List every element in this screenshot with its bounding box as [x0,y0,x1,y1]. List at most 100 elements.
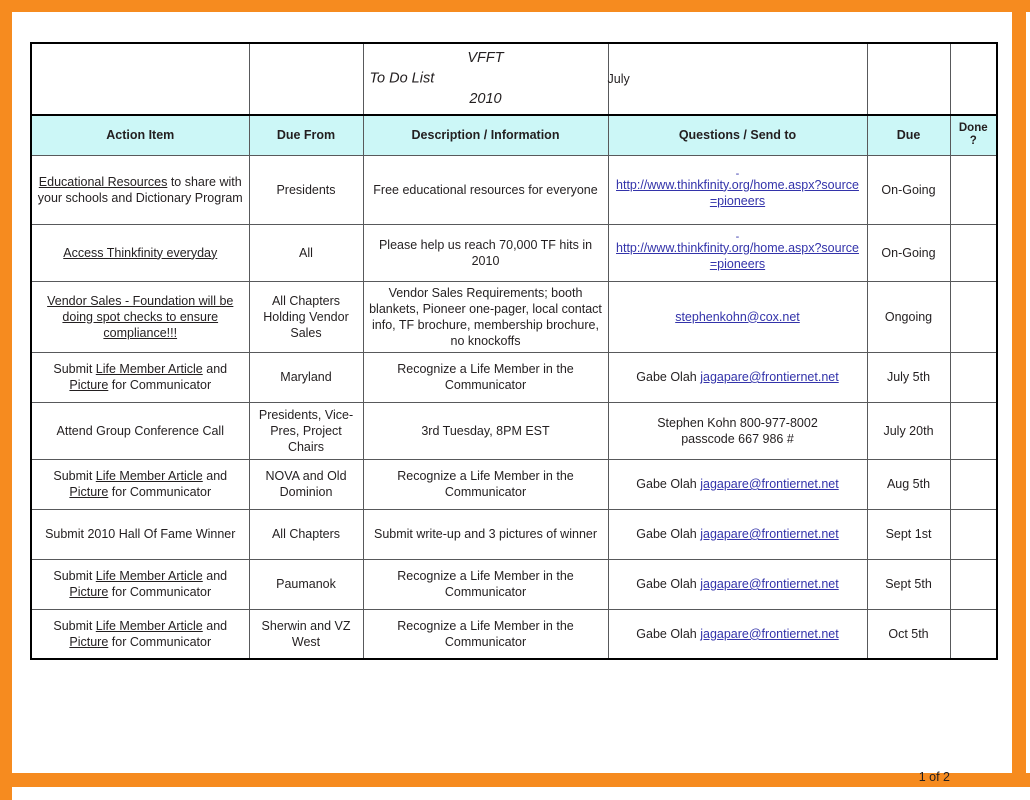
contact-line-1: Stephen Kohn 800-977-8002 [657,415,818,430]
action-link-text-2[interactable]: Picture [69,378,108,392]
table-row: Vendor Sales - Foundation will be doing … [30,280,998,353]
cell-description: Free educational resources for everyone [362,154,609,225]
table-row: Submit Life Member Article and Picture f… [30,558,998,610]
cell-due: Ongoing [866,280,951,353]
action-link-text[interactable]: Life Member Article [96,362,203,376]
email-link[interactable]: jagapare@frontiernet.net [700,577,838,591]
cell-due: Sept 1st [866,508,951,560]
table-row: Submit Life Member Article and Picture f… [30,608,998,660]
action-prefix-text: Submit [53,569,96,583]
action-link-text[interactable]: Life Member Article [96,619,203,633]
cell-action-item: Submit Life Member Article and Picture f… [30,608,250,660]
action-link-text-2[interactable]: Picture [69,635,108,649]
cell-action-item: Submit 2010 Hall Of Fame Winner [30,508,250,560]
column-header-description[interactable]: Description / Information [362,114,609,156]
cell-due: July 5th [866,351,951,403]
cell-done-checkbox[interactable] [949,351,998,403]
action-link-text[interactable]: Vendor Sales - Foundation will be doing … [47,294,233,340]
column-header-due-from[interactable]: Due From [248,114,364,156]
contact-name: Gabe Olah [636,370,701,384]
table-row: Submit Life Member Article and Picture f… [30,351,998,403]
cell-questions: Stephen Kohn 800-977-8002 passcode 667 9… [607,401,868,460]
cell-due-from: Maryland [248,351,364,403]
cell-done-checkbox[interactable] [949,154,998,225]
frame-accent-top [0,0,1030,12]
cell-questions: Gabe Olah jagapare@frontiernet.net [607,508,868,560]
action-link-text-2[interactable]: Picture [69,485,108,499]
cell-action-item: Submit Life Member Article and Picture f… [30,458,250,510]
action-link-text-2[interactable]: Picture [69,585,108,599]
table-row: Educational Resources to share with your… [30,154,998,225]
email-link[interactable]: jagapare@frontiernet.net [700,477,838,491]
title-row-blank-duefrom [248,42,364,116]
cell-done-checkbox[interactable] [949,401,998,460]
cell-done-checkbox[interactable] [949,558,998,610]
url-link[interactable]: http://www.thinkfinity.org/home.aspx?sou… [616,241,859,271]
page-frame: To Do List VFFT 2010 July Action Item Du… [0,0,1030,800]
column-header-done-line1: Done [958,122,988,135]
cell-questions: - http://www.thinkfinity.org/home.aspx?s… [607,154,868,225]
cell-done-checkbox[interactable] [949,223,998,282]
cell-action-item: Educational Resources to share with your… [30,154,250,225]
column-header-questions[interactable]: Questions / Send to [607,114,868,156]
action-suffix-text: for Communicator [108,378,212,392]
hyphen-mark: - [735,167,740,180]
column-header-action-item[interactable]: Action Item [30,114,250,156]
column-header-done[interactable]: Done ? [949,114,998,156]
action-prefix-text: Submit [53,618,96,633]
cell-due: Oct 5th [866,608,951,660]
action-link-text[interactable]: Educational Resources [39,175,168,189]
cell-description: Please help us reach 70,000 TF hits in 2… [362,223,609,282]
email-link[interactable]: jagapare@frontiernet.net [700,370,838,384]
action-link-text[interactable]: Life Member Article [96,469,203,483]
column-header-due[interactable]: Due [866,114,951,156]
action-suffix-text: for Communicator [108,585,212,599]
frame-accent-right [1012,0,1026,787]
cell-done-checkbox[interactable] [949,458,998,510]
title-row-blank-action [30,42,250,116]
action-prefix-text: Submit [53,469,96,483]
table-title-row: To Do List VFFT 2010 July [30,42,998,116]
url-link[interactable]: http://www.thinkfinity.org/home.aspx?sou… [616,178,859,208]
hyphen-mark: - [735,230,740,243]
action-link-text[interactable]: Life Member Article [96,569,203,583]
cell-due: On-Going [866,154,951,225]
action-link-text[interactable]: Access Thinkfinity everyday [63,246,217,260]
cell-action-item: Attend Group Conference Call [30,401,250,460]
cell-questions: Gabe Olah jagapare@frontiernet.net [607,351,868,403]
title-org: VFFT [467,50,504,66]
table-row: Submit Life Member Article and Picture f… [30,458,998,510]
cell-done-checkbox[interactable] [949,508,998,560]
action-suffix-text: for Communicator [108,485,212,499]
action-prefix-text: Submit [53,362,96,376]
action-suffix-text: for Communicator [108,634,212,649]
cell-description: Recognize a Life Member in the Communica… [362,608,609,660]
cell-action-item: Access Thinkfinity everyday [30,223,250,282]
cell-questions: Gabe Olah jagapare@frontiernet.net [607,458,868,510]
contact-name: Gabe Olah [636,626,701,641]
contact-line-2: passcode 667 986 # [681,431,794,446]
cell-due: Sept 5th [866,558,951,610]
title-month: July [607,72,630,86]
todo-list-table: To Do List VFFT 2010 July Action Item Du… [30,42,998,660]
cell-questions: - http://www.thinkfinity.org/home.aspx?s… [607,223,868,282]
table-row: Access Thinkfinity everyday All Please h… [30,223,998,282]
cell-description: Submit write-up and 3 pictures of winner [362,508,609,560]
email-link[interactable]: jagapare@frontiernet.net [700,627,838,641]
cell-description: Recognize a Life Member in the Communica… [362,458,609,510]
cell-questions: Gabe Olah jagapare@frontiernet.net [607,558,868,610]
cell-description: Recognize a Life Member in the Communica… [362,558,609,610]
cell-done-checkbox[interactable] [949,280,998,353]
cell-due: July 20th [866,401,951,460]
contact-name: Gabe Olah [636,527,701,541]
title-row-blank-done [949,42,998,116]
email-link[interactable]: jagapare@frontiernet.net [700,527,838,541]
email-link[interactable]: stephenkohn@cox.net [675,310,800,324]
contact-name: Gabe Olah [636,477,701,491]
page-indicator: 1 of 2 [918,770,950,784]
cell-due-from: All Chapters [248,508,364,560]
cell-due-from: Paumanok [248,558,364,610]
cell-description: 3rd Tuesday, 8PM EST [362,401,609,460]
cell-questions: stephenkohn@cox.net [607,280,868,353]
cell-done-checkbox[interactable] [949,608,998,660]
